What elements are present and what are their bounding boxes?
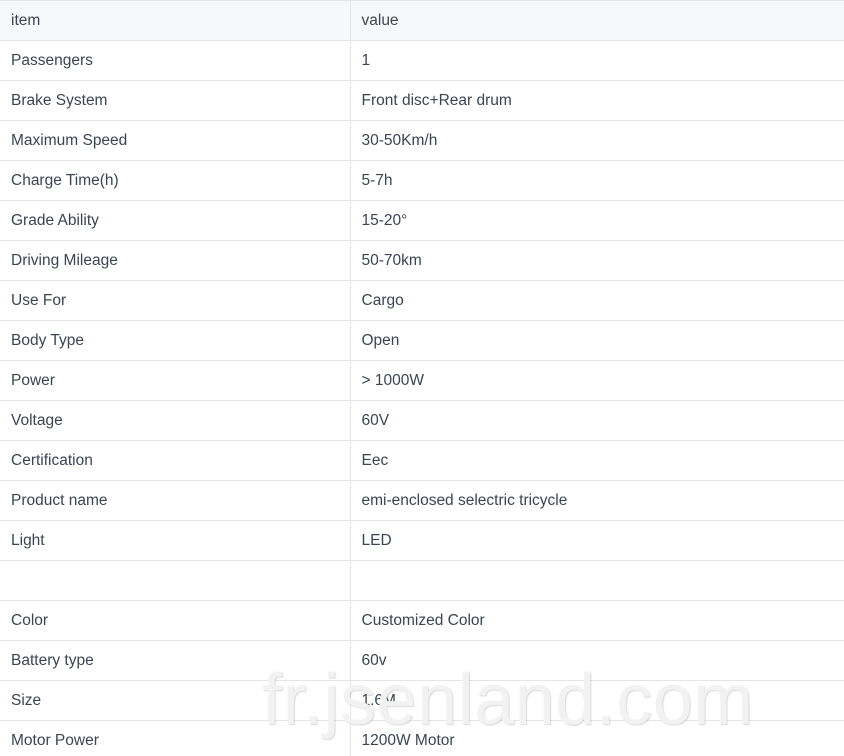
table-header: item value	[0, 1, 844, 41]
table-row-empty	[0, 561, 844, 601]
cell-value: Front disc+Rear drum	[350, 81, 844, 121]
table-row: CertificationEec	[0, 441, 844, 481]
table-row: Maximum Speed30-50Km/h	[0, 121, 844, 161]
cell-item	[0, 561, 350, 601]
table-row: Voltage60V	[0, 401, 844, 441]
cell-value: Open	[350, 321, 844, 361]
table-row: Body TypeOpen	[0, 321, 844, 361]
cell-item: Motor Power	[0, 721, 350, 756]
cell-value: 60v	[350, 641, 844, 681]
cell-value: Cargo	[350, 281, 844, 321]
column-header-item: item	[0, 1, 350, 41]
cell-value: 1	[350, 41, 844, 81]
table-row: Driving Mileage50-70km	[0, 241, 844, 281]
table-row: Motor Power1200W Motor	[0, 721, 844, 756]
cell-value: 30-50Km/h	[350, 121, 844, 161]
cell-item: Voltage	[0, 401, 350, 441]
cell-item: Maximum Speed	[0, 121, 350, 161]
table-body: Passengers1Brake SystemFront disc+Rear d…	[0, 41, 844, 756]
table-row: Brake SystemFront disc+Rear drum	[0, 81, 844, 121]
column-header-value: value	[350, 1, 844, 41]
table-row: Product nameemi-enclosed selectric tricy…	[0, 481, 844, 521]
table-header-row: item value	[0, 1, 844, 41]
cell-value: 5-7h	[350, 161, 844, 201]
cell-item: Use For	[0, 281, 350, 321]
cell-item: Grade Ability	[0, 201, 350, 241]
cell-item: Color	[0, 601, 350, 641]
cell-item: Body Type	[0, 321, 350, 361]
table-row: LightLED	[0, 521, 844, 561]
cell-value: Eec	[350, 441, 844, 481]
table-row: Grade Ability15-20°	[0, 201, 844, 241]
table-row: ColorCustomized Color	[0, 601, 844, 641]
cell-item: Driving Mileage	[0, 241, 350, 281]
cell-value: 1200W Motor	[350, 721, 844, 756]
cell-item: Charge Time(h)	[0, 161, 350, 201]
cell-item: Light	[0, 521, 350, 561]
cell-value: > 1000W	[350, 361, 844, 401]
table-row: Power> 1000W	[0, 361, 844, 401]
table-row: Passengers1	[0, 41, 844, 81]
cell-value: emi-enclosed selectric tricycle	[350, 481, 844, 521]
cell-value: 15-20°	[350, 201, 844, 241]
specification-table: item value Passengers1Brake SystemFront …	[0, 0, 844, 756]
table-row: Battery type60v	[0, 641, 844, 681]
cell-value: Customized Color	[350, 601, 844, 641]
specification-table-panel: item value Passengers1Brake SystemFront …	[0, 0, 844, 756]
cell-item: Product name	[0, 481, 350, 521]
cell-value: 1.6M	[350, 681, 844, 721]
cell-item: Battery type	[0, 641, 350, 681]
table-row: Size1.6M	[0, 681, 844, 721]
cell-value	[350, 561, 844, 601]
cell-value: 50-70km	[350, 241, 844, 281]
table-row: Charge Time(h)5-7h	[0, 161, 844, 201]
cell-value: LED	[350, 521, 844, 561]
table-row: Use ForCargo	[0, 281, 844, 321]
cell-item: Brake System	[0, 81, 350, 121]
cell-item: Passengers	[0, 41, 350, 81]
cell-item: Power	[0, 361, 350, 401]
cell-item: Certification	[0, 441, 350, 481]
cell-value: 60V	[350, 401, 844, 441]
cell-item: Size	[0, 681, 350, 721]
